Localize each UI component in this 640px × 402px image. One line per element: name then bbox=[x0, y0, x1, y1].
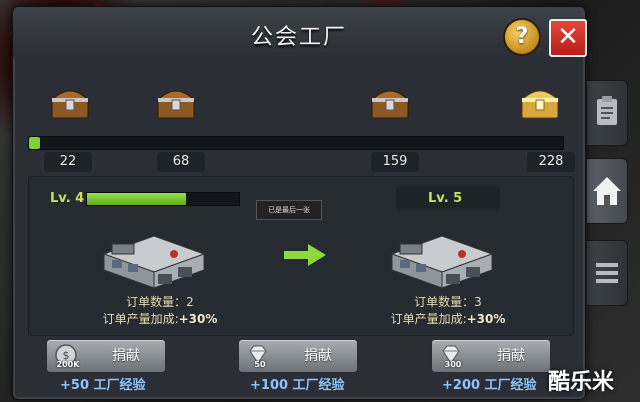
factory-building-next bbox=[390, 235, 494, 289]
order-bonus-label: 订单产量加成: bbox=[102, 312, 179, 326]
current-level-label: Lv. 4 bbox=[50, 191, 85, 206]
donate-exp-reward: +200 工厂经验 bbox=[442, 378, 537, 393]
current-level-stats: 订单数量：2 订单产量加成:+30% bbox=[90, 294, 230, 328]
donate-exp-reward: +50 工厂经验 bbox=[60, 378, 146, 393]
reward-chest-3[interactable] bbox=[368, 80, 412, 124]
donate-cost: 50 bbox=[254, 360, 266, 369]
donate-diamonds-50-button[interactable]: 50 捐献 bbox=[238, 339, 358, 373]
donate-cost: 300 bbox=[444, 360, 462, 369]
donate-exp-reward: +100 工厂经验 bbox=[250, 378, 345, 393]
donate-label: 捐献 bbox=[304, 348, 332, 364]
donate-diamonds-300-button[interactable]: 300 捐献 bbox=[431, 339, 551, 373]
next-level-label: Lv. 5 bbox=[428, 191, 463, 206]
order-bonus-value: +30% bbox=[466, 312, 506, 326]
reward-chest-2[interactable] bbox=[154, 80, 198, 124]
milestone-value: 68 bbox=[157, 152, 205, 172]
donate-label: 捐献 bbox=[497, 348, 525, 364]
close-button[interactable]: ✕ bbox=[549, 19, 587, 57]
order-bonus-label: 订单产量加成: bbox=[390, 312, 467, 326]
upgrade-arrow-icon bbox=[284, 244, 326, 266]
reward-chest-1[interactable] bbox=[48, 80, 92, 124]
side-tab-tasks[interactable] bbox=[587, 80, 628, 146]
donate-cost: 200K bbox=[56, 360, 80, 369]
side-tab-factory[interactable] bbox=[587, 158, 628, 224]
clipboard-icon bbox=[597, 96, 617, 125]
level-progress-bar bbox=[86, 192, 240, 206]
next-level-stats: 订单数量：3 订单产量加成:+30% bbox=[378, 294, 518, 328]
watermark: 酷乐米 bbox=[548, 370, 615, 395]
donate-coins-button[interactable]: $ 200K 捐献 bbox=[46, 339, 166, 373]
order-count: 订单数量：2 bbox=[126, 295, 194, 309]
donate-label: 捐献 bbox=[112, 348, 140, 364]
help-button[interactable]: ? bbox=[503, 18, 541, 56]
milestone-value: 228 bbox=[527, 152, 575, 172]
home-icon bbox=[593, 177, 621, 205]
toast-message: 已是最后一张 bbox=[256, 200, 322, 220]
side-tab-menu[interactable] bbox=[587, 240, 628, 306]
order-bonus-value: +30% bbox=[178, 312, 218, 326]
reward-chest-4[interactable] bbox=[518, 80, 562, 124]
order-count: 订单数量：3 bbox=[414, 295, 482, 309]
factory-building-current bbox=[102, 235, 206, 289]
next-level-box: Lv. 5 bbox=[396, 186, 500, 210]
dialog-titlebar: 公会工厂 ? ✕ bbox=[13, 7, 587, 57]
menu-icon bbox=[596, 263, 618, 283]
level-progress-fill bbox=[87, 193, 186, 205]
chest-progress-track bbox=[28, 136, 564, 150]
chest-progress-fill bbox=[29, 137, 40, 149]
milestone-value: 159 bbox=[371, 152, 419, 172]
dialog-title: 公会工厂 bbox=[250, 25, 347, 50]
milestone-value: 22 bbox=[44, 152, 92, 172]
